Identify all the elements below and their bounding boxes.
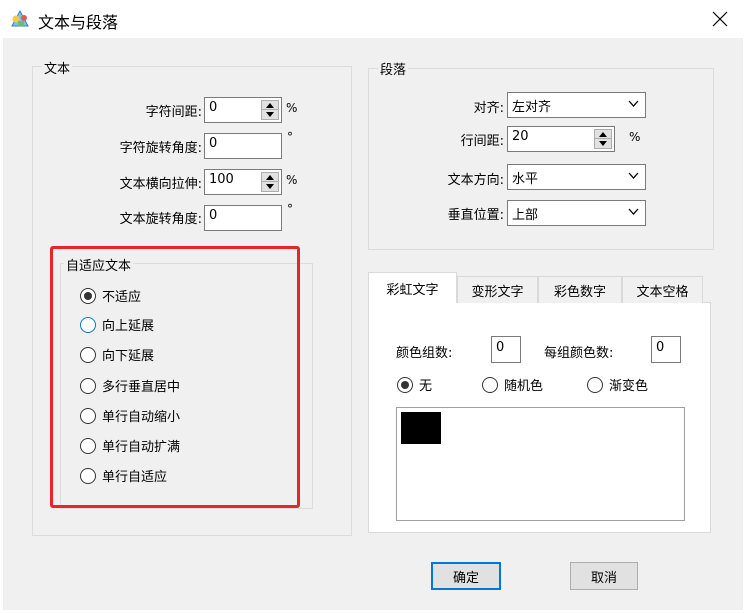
tab-deformed-text[interactable]: 变形文字 [457, 276, 538, 303]
text-rotation-unit: ° [287, 202, 293, 216]
color-mode-gradient[interactable]: 渐变色 [587, 375, 648, 394]
radio-selected-icon[interactable] [397, 376, 413, 393]
title-bar: 文本与段落 [0, 0, 746, 38]
char-rotation-field[interactable]: 0 [204, 133, 282, 159]
text-rotation-label: 文本旋转角度: [119, 212, 202, 227]
char-rotation-value: 0 [209, 136, 218, 151]
char-rotation-label: 字符旋转角度: [119, 141, 202, 156]
text-stretch-unit: % [286, 173, 298, 187]
text-stretch-stepper[interactable] [261, 172, 279, 192]
spin-down-icon[interactable] [262, 110, 278, 119]
close-icon [712, 11, 728, 27]
color-groups-label: 颜色组数: [396, 346, 453, 361]
color-mode-none[interactable]: 无 [397, 375, 432, 394]
align-select[interactable]: 左对齐 [507, 92, 646, 118]
spin-down-icon[interactable] [262, 182, 278, 191]
char-rotation-unit: ° [287, 130, 293, 144]
char-spacing-value: 0 [209, 100, 218, 115]
cancel-button[interactable]: 取消 [570, 562, 638, 590]
line-spacing-unit: % [629, 130, 641, 144]
colors-per-group-value: 0 [656, 340, 665, 355]
paragraph-group-label: 段落 [378, 59, 409, 78]
window-title: 文本与段落 [38, 13, 119, 32]
color-mode-random[interactable]: 随机色 [482, 375, 543, 394]
colors-per-group-label: 每组颜色数: [544, 346, 614, 361]
vertical-position-select[interactable]: 上部 [507, 200, 646, 226]
chevron-down-icon [628, 208, 639, 215]
app-icon [11, 9, 29, 27]
chevron-down-icon [628, 172, 639, 179]
text-stretch-label: 文本横向拉伸: [119, 177, 202, 192]
char-spacing-stepper[interactable] [261, 100, 279, 120]
line-spacing-stepper[interactable] [594, 129, 612, 149]
align-label: 对齐: [473, 101, 504, 116]
line-spacing-label: 行间距: [460, 134, 504, 149]
text-stretch-field[interactable]: 100 [204, 169, 282, 195]
close-button[interactable] [697, 0, 743, 38]
spin-down-icon[interactable] [595, 139, 611, 148]
color-groups-field[interactable]: 0 [491, 336, 521, 363]
vertical-position-value: 上部 [512, 208, 539, 223]
spin-up-icon[interactable] [262, 173, 278, 182]
text-rotation-value: 0 [209, 208, 218, 223]
highlight-annotation-box [50, 246, 300, 508]
text-group-label: 文本 [42, 58, 73, 77]
radio-icon[interactable] [587, 376, 603, 393]
char-spacing-label: 字符间距: [145, 105, 202, 120]
color-mode-label: 无 [419, 379, 433, 394]
char-spacing-unit: % [286, 101, 298, 115]
color-groups-value: 0 [496, 340, 505, 355]
ok-button[interactable]: 确定 [431, 562, 501, 590]
tab-color-digits[interactable]: 彩色数字 [538, 276, 622, 303]
chevron-down-icon [628, 100, 639, 107]
color-mode-label: 渐变色 [609, 379, 649, 394]
text-rotation-field[interactable]: 0 [204, 205, 282, 231]
color-list-box[interactable] [396, 407, 685, 521]
color-mode-label: 随机色 [504, 379, 544, 394]
text-stretch-value: 100 [209, 172, 234, 187]
text-direction-label: 文本方向: [447, 173, 504, 188]
radio-icon[interactable] [482, 376, 498, 393]
line-spacing-value: 20 [512, 129, 529, 144]
text-direction-select[interactable]: 水平 [507, 164, 646, 190]
text-direction-value: 水平 [512, 172, 539, 187]
colors-per-group-field[interactable]: 0 [651, 336, 681, 363]
line-spacing-field[interactable]: 20 [507, 126, 615, 152]
vertical-position-label: 垂直位置: [447, 208, 504, 223]
color-swatch[interactable] [401, 412, 441, 444]
spin-up-icon[interactable] [595, 130, 611, 139]
spin-up-icon[interactable] [262, 101, 278, 110]
char-spacing-field[interactable]: 0 [204, 97, 282, 123]
align-value: 左对齐 [512, 100, 552, 115]
tab-text-spacing[interactable]: 文本空格 [622, 276, 703, 303]
tab-rainbow-text[interactable]: 彩虹文字 [368, 272, 457, 303]
